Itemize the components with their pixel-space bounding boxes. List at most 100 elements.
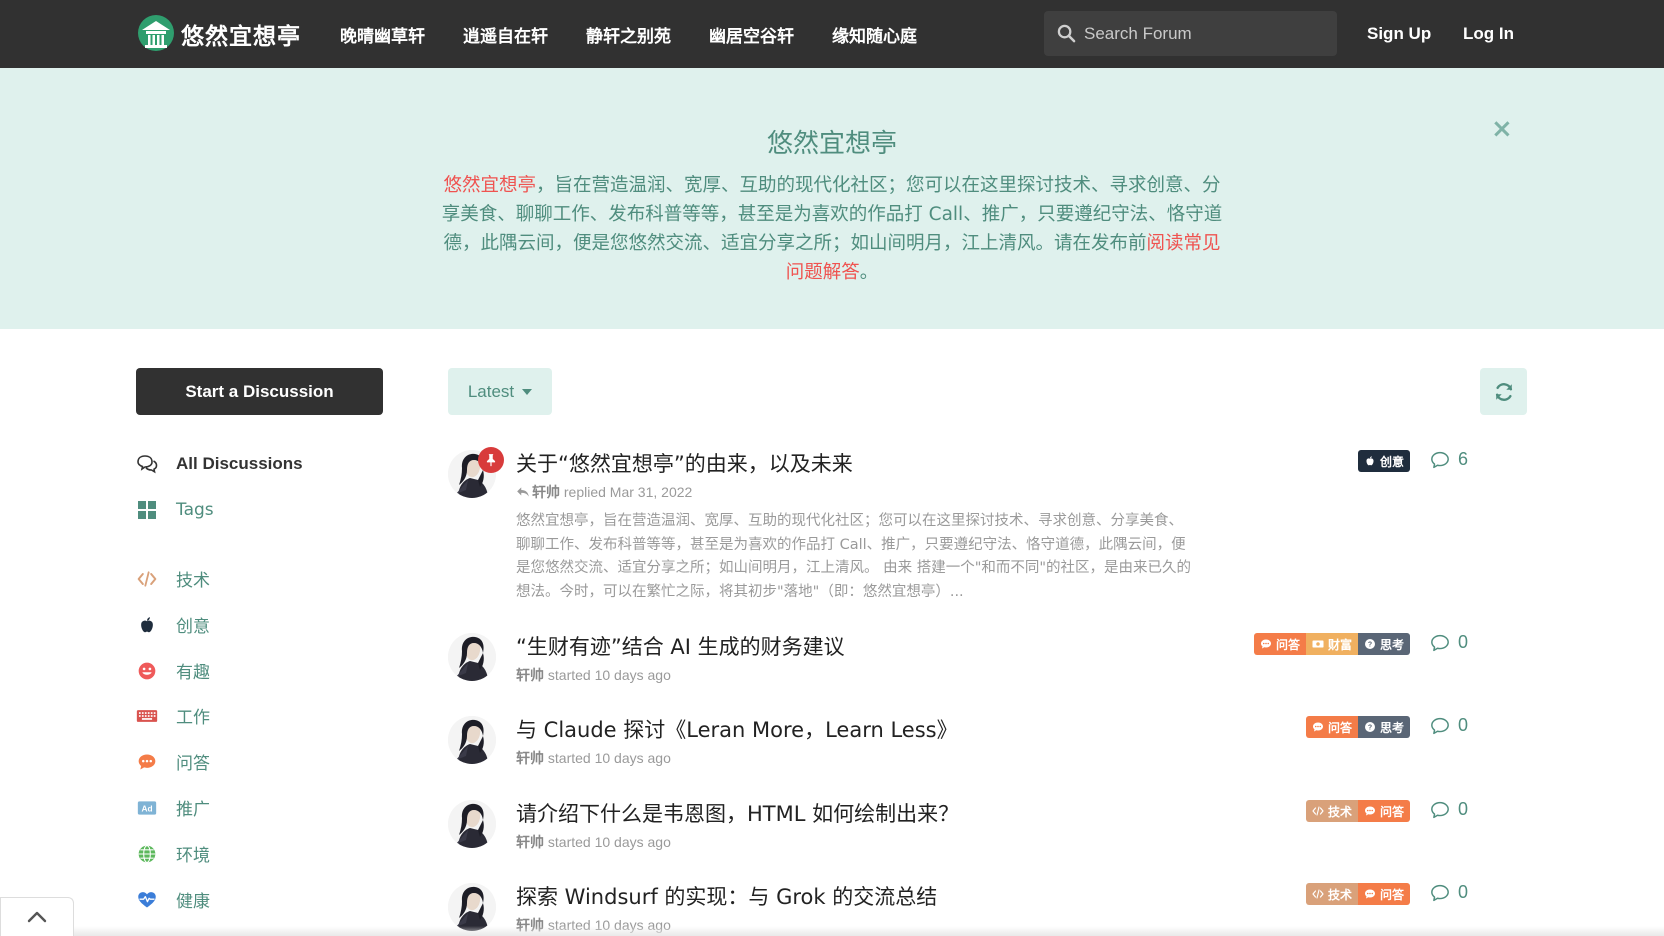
tag-badge-label: 问答	[1327, 720, 1352, 735]
refresh-icon	[1495, 382, 1512, 401]
avatar[interactable]	[448, 716, 496, 764]
comments-icon	[136, 453, 158, 475]
svg-text:Ad: Ad	[141, 803, 152, 813]
tag-labels: 技术 问答	[1305, 800, 1410, 822]
welcome-hero: 悠然宜想亭 × 悠然宜想亭，旨在营造温润、宽厚、互助的现代化社区；您可以在这里探…	[0, 68, 1664, 329]
hero-close-button[interactable]: ×	[1491, 114, 1513, 144]
author-name[interactable]: 轩帅	[532, 484, 560, 500]
tag-badge[interactable]: ? 思考	[1357, 716, 1410, 738]
reply-icon	[516, 484, 532, 500]
tag-badge[interactable]: 技术	[1305, 800, 1358, 822]
discussion-title[interactable]: 探索 Windsurf 的实现：与 Grok 的交流总结	[516, 881, 937, 911]
site-name: 悠然宜想亭	[181, 24, 301, 50]
sort-dropdown[interactable]: Latest	[448, 368, 552, 415]
tag-badge[interactable]: 技术	[1305, 883, 1358, 905]
code-icon	[1312, 888, 1324, 900]
sidebar-tag-label: 工作	[176, 708, 210, 728]
comment-icon	[1431, 717, 1449, 734]
discussion-title[interactable]: “生财有迹”结合 AI 生成的财务建议	[516, 631, 845, 661]
reply-count-value: 0	[1457, 882, 1468, 902]
svg-text:?: ?	[1368, 642, 1372, 649]
search-box[interactable]	[1044, 11, 1337, 56]
comment-icon	[1431, 884, 1449, 901]
question-icon: ?	[1364, 721, 1376, 733]
reply-count[interactable]: 0	[1430, 882, 1468, 903]
reply-count-value: 0	[1457, 632, 1468, 652]
sidebar-item-tag-4[interactable]: 工作	[136, 703, 210, 728]
avatar[interactable]	[448, 800, 496, 848]
code-icon	[136, 568, 158, 590]
avatar[interactable]	[448, 883, 496, 931]
sidebar-item-tag-8[interactable]: 健康	[136, 887, 210, 912]
discussion-meta: 轩帅 started 10 days ago	[516, 665, 671, 685]
sort-label: Latest	[467, 381, 515, 401]
author-name[interactable]: 轩帅	[516, 667, 544, 683]
sidebar-label-all-discussions: All Discussions	[176, 454, 303, 473]
tag-badge[interactable]: 财富	[1305, 633, 1358, 655]
bottom-shadow	[0, 926, 1664, 936]
discussion-title[interactable]: 与 Claude 探讨《Leran More，Learn Less》	[516, 714, 958, 744]
sidebar-item-tag-2[interactable]: 创意	[136, 612, 210, 637]
sidebar-item-tag-3[interactable]: 有趣	[136, 658, 210, 683]
thumbtack-icon	[478, 447, 504, 473]
reply-count[interactable]: 0	[1430, 632, 1468, 653]
hero-highlight: 悠然宜想亭	[443, 175, 536, 196]
hero-title: 悠然宜想亭	[766, 129, 897, 159]
discussion-row[interactable]: 关于“悠然宜想亭”的由来，以及未来轩帅 replied Mar 31, 2022…	[448, 447, 1468, 610]
comment-dots-icon	[1364, 888, 1376, 900]
discussion-meta: 轩帅 started 10 days ago	[516, 832, 671, 852]
search-input[interactable]	[1084, 11, 1329, 56]
refresh-button[interactable]	[1480, 368, 1527, 415]
tag-badge-label: 问答	[1379, 887, 1404, 902]
tag-badge[interactable]: 问答	[1357, 883, 1410, 905]
log-in-button[interactable]: Log In	[1463, 24, 1514, 44]
nav-item-2[interactable]: 逍遥自在轩	[463, 22, 548, 47]
tag-badge-label: 问答	[1379, 804, 1404, 819]
nav-item-1[interactable]: 晚晴幽草轩	[340, 22, 425, 47]
sidebar-tag-label: 环境	[176, 846, 210, 866]
sidebar-item-tag-7[interactable]: 环境	[136, 841, 210, 866]
globe-icon	[136, 843, 158, 865]
reply-count-value: 0	[1457, 799, 1468, 819]
sidebar-label-tags: Tags	[176, 500, 214, 520]
keyboard-icon	[136, 705, 158, 727]
sidebar-item-tag-6[interactable]: Ad 推广	[136, 795, 210, 820]
scroll-to-top-button[interactable]	[0, 897, 74, 936]
reply-count-value: 0	[1457, 715, 1468, 735]
nav-item-4[interactable]: 幽居空谷轩	[709, 22, 794, 47]
discussion-row[interactable]: 请介绍下什么是韦恩图，HTML 如何绘制出来？ 轩帅 started 10 day…	[448, 798, 1468, 860]
discussion-row[interactable]: “生财有迹”结合 AI 生成的财务建议轩帅 started 10 days ag…	[448, 631, 1468, 693]
tag-badge[interactable]: ? 思考	[1357, 633, 1410, 655]
author-name[interactable]: 轩帅	[516, 834, 544, 850]
nav-item-3[interactable]: 静轩之别苑	[586, 22, 671, 47]
money-icon	[1312, 638, 1324, 650]
site-logo[interactable]: 悠然宜想亭	[137, 14, 301, 54]
sidebar-item-tag-1[interactable]: 技术	[136, 566, 210, 591]
sidebar-item-tag-5[interactable]: 问答	[136, 749, 210, 774]
sidebar-item-all-discussions[interactable]: All Discussions	[136, 453, 303, 475]
tag-badge[interactable]: 创意	[1357, 450, 1410, 472]
activity-time: replied Mar 31, 2022	[560, 484, 693, 500]
hero-text-end: 。	[859, 262, 879, 283]
discussion-title[interactable]: 关于“悠然宜想亭”的由来，以及未来	[516, 448, 853, 478]
reply-count[interactable]: 0	[1430, 715, 1468, 736]
tag-badge[interactable]: 问答	[1253, 633, 1306, 655]
sidebar-item-tags[interactable]: Tags	[136, 499, 214, 521]
svg-text:?: ?	[1368, 725, 1372, 732]
discussion-row[interactable]: 与 Claude 探讨《Leran More，Learn Less》 轩帅 sta…	[448, 714, 1468, 776]
sidebar-tag-label: 创意	[176, 617, 210, 637]
nav-item-5[interactable]: 缘知随心庭	[832, 22, 917, 47]
tag-badge[interactable]: 问答	[1357, 800, 1410, 822]
sign-up-button[interactable]: Sign Up	[1367, 24, 1431, 44]
reply-count[interactable]: 0	[1430, 799, 1468, 820]
tag-badge-label: 技术	[1327, 887, 1352, 902]
comment-icon	[1431, 451, 1449, 468]
tag-badge[interactable]: 问答	[1305, 716, 1358, 738]
tag-badge-label: 创意	[1379, 454, 1404, 469]
author-name[interactable]: 轩帅	[516, 750, 544, 766]
start-discussion-button[interactable]: Start a Discussion	[136, 368, 383, 415]
comment-dots-icon	[1364, 805, 1376, 817]
reply-count[interactable]: 6	[1430, 449, 1468, 470]
avatar[interactable]	[448, 633, 496, 681]
discussion-title[interactable]: 请介绍下什么是韦恩图，HTML 如何绘制出来？	[516, 798, 959, 828]
